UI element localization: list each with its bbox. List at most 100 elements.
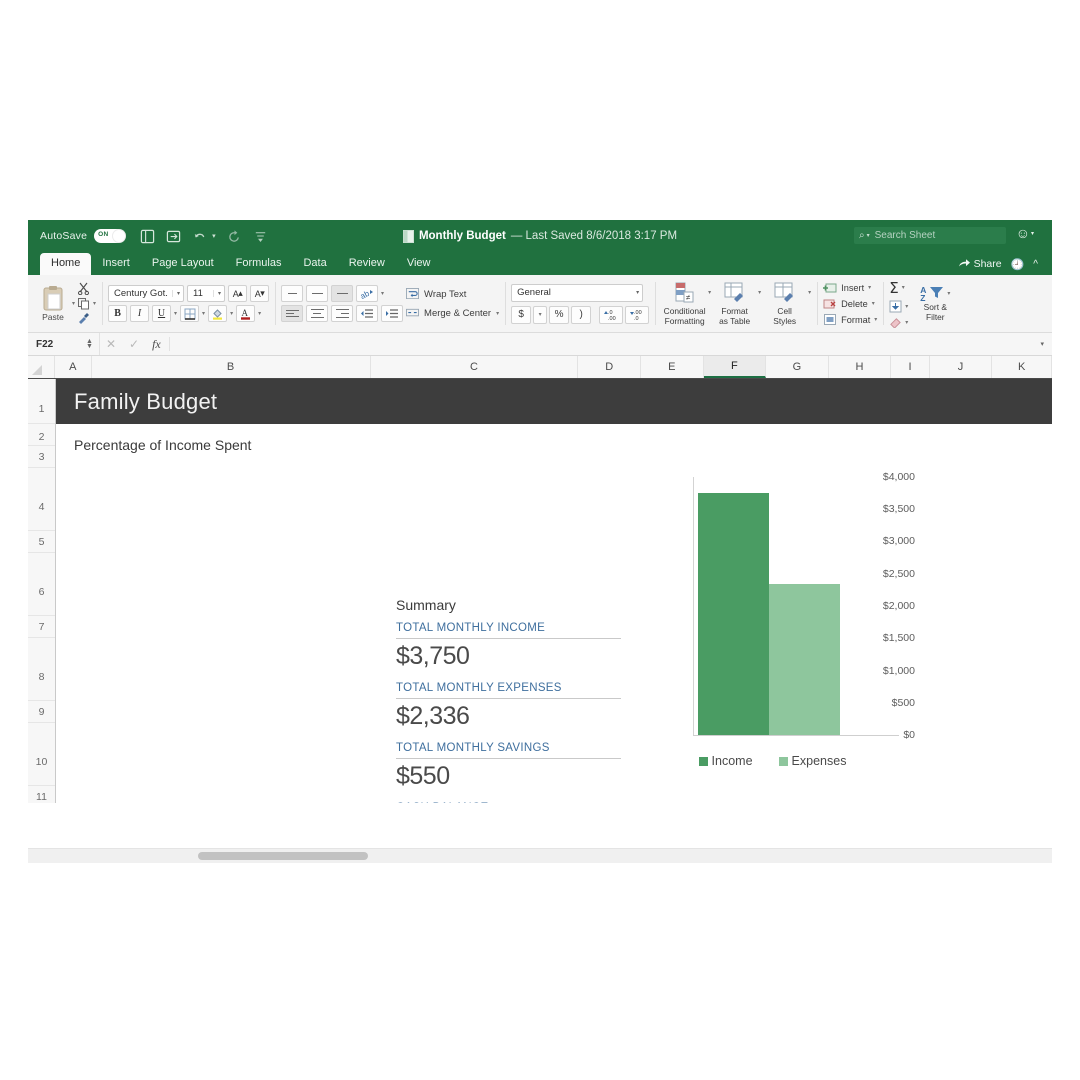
row-header-1[interactable]: 1 xyxy=(28,379,55,424)
tab-insert[interactable]: Insert xyxy=(91,253,141,275)
format-painter-button[interactable] xyxy=(77,312,96,325)
tab-home[interactable]: Home xyxy=(40,253,92,275)
search-sheet-box[interactable]: ⌕ ▾ Search Sheet xyxy=(854,227,1006,244)
row-header-9[interactable]: 9 xyxy=(28,701,55,723)
tab-data[interactable]: Data xyxy=(292,253,337,275)
increase-indent-button[interactable] xyxy=(381,305,404,322)
orientation-button[interactable]: ab xyxy=(356,285,379,302)
font-size-select[interactable]: 11 ▾ xyxy=(187,285,226,302)
font-color-caret[interactable]: ▾ xyxy=(258,310,261,317)
insert-function-icon[interactable]: fx xyxy=(152,337,161,352)
wrap-text-button[interactable]: Wrap Text xyxy=(406,287,499,301)
horizontal-scrollbar-thumb[interactable] xyxy=(198,852,368,860)
bar-expenses[interactable] xyxy=(769,584,840,735)
cell-styles-caret[interactable]: ▾ xyxy=(808,289,811,296)
merge-center-button[interactable]: Merge & Center ▾ xyxy=(406,307,499,320)
row-header-3[interactable]: 3 xyxy=(28,446,55,468)
row-header-10[interactable]: 10 xyxy=(28,723,55,786)
format-cells-button[interactable]: Format ▾ xyxy=(823,313,877,326)
borders-button[interactable] xyxy=(180,305,200,322)
select-all-corner[interactable] xyxy=(28,356,55,378)
row-header-8[interactable]: 8 xyxy=(28,638,55,701)
autosave-toggle[interactable]: ON xyxy=(94,229,127,243)
formula-bar-expand-caret[interactable]: ▾ xyxy=(1040,340,1044,348)
sort-filter-button[interactable]: Sort & Filter xyxy=(913,302,957,322)
column-header-g[interactable]: G xyxy=(766,356,829,378)
column-header-k[interactable]: K xyxy=(992,356,1052,378)
align-bottom-button[interactable] xyxy=(331,285,354,302)
autosum-button[interactable]: Σ ▾ xyxy=(889,279,908,297)
tab-review[interactable]: Review xyxy=(338,253,396,275)
fill-color-caret[interactable]: ▾ xyxy=(230,310,233,317)
copy-dropdown-caret[interactable]: ▾ xyxy=(93,300,96,307)
delete-cells-button[interactable]: Delete ▾ xyxy=(823,297,877,310)
bar-chart[interactable]: $4,000 $3,500 $3,000 $2,500 $2,000 $1,50… xyxy=(630,469,915,789)
fill-button[interactable]: ▾ xyxy=(889,300,908,313)
copy-button[interactable]: ▾ xyxy=(77,297,96,310)
formula-input[interactable] xyxy=(168,337,1041,351)
search-input[interactable]: Search Sheet xyxy=(875,230,936,241)
align-middle-button[interactable] xyxy=(306,285,329,302)
number-format-select[interactable]: General ▾ xyxy=(511,283,644,302)
grow-font-button[interactable]: A ▴ xyxy=(228,285,248,302)
column-header-c[interactable]: C xyxy=(370,356,579,378)
orientation-caret[interactable]: ▾ xyxy=(381,290,384,297)
bar-income[interactable] xyxy=(698,493,769,735)
column-header-a[interactable]: A xyxy=(54,356,92,378)
autosave-control[interactable]: AutoSave ON xyxy=(40,229,127,243)
horizontal-scrollbar[interactable] xyxy=(28,848,1052,863)
clear-button[interactable]: ▾ xyxy=(889,316,908,329)
borders-dropdown-caret[interactable]: ▾ xyxy=(202,310,205,317)
autosum-caret[interactable]: ▾ xyxy=(902,284,905,291)
legend-item-expenses[interactable]: Expenses xyxy=(778,754,846,768)
conditional-formatting-button[interactable]: ≠ Conditional Formatting xyxy=(661,281,708,326)
row-header-2[interactable]: 2 xyxy=(28,424,55,446)
tab-view[interactable]: View xyxy=(396,253,442,275)
currency-button[interactable]: $ xyxy=(511,305,532,324)
underline-dropdown-caret[interactable]: ▾ xyxy=(174,310,177,317)
row-header-11[interactable]: 11 xyxy=(28,786,55,803)
underline-button[interactable]: U xyxy=(152,305,172,322)
sort-filter-caret[interactable]: ▾ xyxy=(947,290,950,297)
collapse-ribbon-icon[interactable]: ^ xyxy=(1033,259,1038,270)
column-header-i[interactable]: I xyxy=(891,356,930,378)
decrease-decimal-button[interactable]: .00.0 xyxy=(625,305,650,324)
align-left-button[interactable] xyxy=(281,305,304,322)
comma-style-button[interactable]: ) xyxy=(571,305,592,324)
cancel-icon[interactable]: ✕ xyxy=(106,337,116,351)
paste-button[interactable]: Paste xyxy=(34,285,72,322)
percent-style-button[interactable]: % xyxy=(549,305,570,324)
column-header-d[interactable]: D xyxy=(578,356,641,378)
new-document-icon[interactable] xyxy=(140,229,155,244)
paste-dropdown-caret[interactable]: ▾ xyxy=(72,300,75,307)
italic-button[interactable]: I xyxy=(130,305,150,322)
delete-cells-caret[interactable]: ▾ xyxy=(872,300,875,307)
font-name-select[interactable]: Century Got... ▾ xyxy=(108,285,185,302)
font-size-caret[interactable]: ▾ xyxy=(213,290,221,297)
font-name-caret[interactable]: ▾ xyxy=(172,290,180,297)
format-as-table-button[interactable]: Format as Table xyxy=(711,281,758,326)
number-format-caret[interactable]: ▾ xyxy=(636,289,639,296)
search-dropdown-caret[interactable]: ▾ xyxy=(867,232,870,239)
row-header-5[interactable]: 5 xyxy=(28,531,55,553)
font-color-button[interactable]: A xyxy=(236,305,256,322)
column-header-f[interactable]: F xyxy=(703,356,767,378)
decrease-indent-button[interactable] xyxy=(356,305,379,322)
row-header-4[interactable]: 4 xyxy=(28,468,55,531)
fill-caret[interactable]: ▾ xyxy=(905,303,908,310)
feedback-smiley-icon[interactable]: ☺▾ xyxy=(1016,226,1034,241)
align-top-button[interactable] xyxy=(281,285,304,302)
fill-color-button[interactable] xyxy=(208,305,228,322)
column-header-e[interactable]: E xyxy=(640,356,704,378)
redo-icon[interactable] xyxy=(227,229,242,244)
customize-toolbar-icon[interactable] xyxy=(253,229,268,244)
open-save-icon[interactable] xyxy=(166,229,181,244)
insert-cells-button[interactable]: Insert ▾ xyxy=(823,281,877,294)
share-button[interactable]: Share xyxy=(958,257,1002,271)
cut-button[interactable] xyxy=(77,282,96,296)
tab-formulas[interactable]: Formulas xyxy=(225,253,293,275)
currency-caret-button[interactable]: ▾ xyxy=(533,305,548,324)
row-header-6[interactable]: 6 xyxy=(28,553,55,616)
format-cells-caret[interactable]: ▾ xyxy=(874,316,877,323)
column-header-b[interactable]: B xyxy=(91,356,371,378)
